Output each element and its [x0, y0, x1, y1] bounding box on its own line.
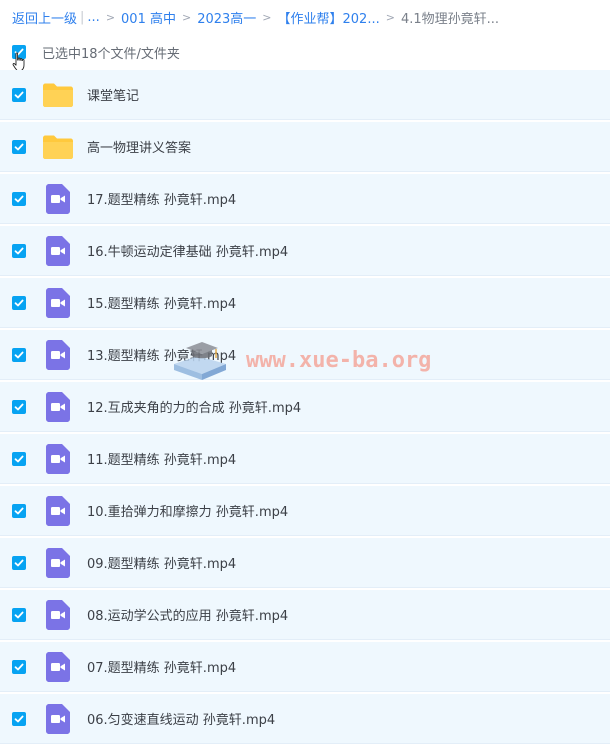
file-list: 课堂笔记高一物理讲义答案 17.题型精练 孙竟轩.mp4 16.牛顿运动定律基础 孙… [0, 70, 610, 744]
file-checkbox[interactable] [12, 295, 26, 310]
file-checkbox[interactable] [12, 243, 26, 258]
file-row[interactable]: 07.题型精练 孙竟轩.mp4 [0, 642, 610, 692]
breadcrumb-ellipsis[interactable]: ... [87, 10, 99, 25]
selection-count-label: 已选中18个文件/文件夹 [42, 46, 180, 62]
file-checkbox[interactable] [12, 607, 26, 622]
video-file-icon [42, 339, 74, 371]
video-file-icon [42, 183, 74, 215]
file-row[interactable]: 高一物理讲义答案 [0, 122, 610, 172]
breadcrumb-item-2023[interactable]: 2023高一 [197, 8, 256, 27]
file-checkbox[interactable] [12, 399, 26, 414]
video-file-icon [42, 599, 74, 631]
file-row[interactable]: 12.互成夹角的力的合成 孙竟轩.mp4 [0, 382, 610, 432]
file-checkbox[interactable] [12, 191, 26, 206]
video-file-icon [42, 235, 74, 267]
file-checkbox[interactable] [12, 555, 26, 570]
folder-icon [42, 79, 74, 111]
file-row[interactable]: 10.重拾弹力和摩擦力 孙竟轩.mp4 [0, 486, 610, 536]
video-file-icon [42, 495, 74, 527]
file-row[interactable]: 08.运动学公式的应用 孙竟轩.mp4 [0, 590, 610, 640]
breadcrumb-separator-icon: > [181, 10, 192, 24]
breadcrumb-item-zuoyebang[interactable]: 【作业帮】202... [278, 8, 380, 27]
file-row[interactable]: 06.匀变速直线运动 孙竟轩.mp4 [0, 694, 610, 744]
breadcrumb-separator-icon: > [262, 10, 272, 24]
file-row[interactable]: 课堂笔记 [0, 70, 610, 120]
file-checkbox[interactable] [12, 139, 26, 154]
file-name[interactable]: 07.题型精练 孙竟轩.mp4 [87, 657, 236, 676]
breadcrumb-separator-icon: > [385, 10, 395, 24]
file-name[interactable]: 课堂笔记 [87, 85, 139, 104]
file-checkbox[interactable] [12, 711, 26, 726]
file-name[interactable]: 10.重拾弹力和摩擦力 孙竟轩.mp4 [87, 501, 288, 520]
hand-cursor-icon [12, 52, 25, 71]
file-row[interactable]: 11.题型精练 孙竟轩.mp4 [0, 434, 610, 484]
breadcrumb: 返回上一级 | ... > 001 高中 > 2023高一 > 【作业帮】202… [0, 0, 610, 34]
file-checkbox[interactable] [12, 87, 26, 102]
video-file-icon [42, 287, 74, 319]
file-checkbox[interactable] [12, 659, 26, 674]
video-file-icon [42, 391, 74, 423]
file-row[interactable]: 17.题型精练 孙竟轩.mp4 [0, 174, 610, 224]
file-name[interactable]: 09.题型精练 孙竟轩.mp4 [87, 553, 236, 572]
file-row[interactable]: 09.题型精练 孙竟轩.mp4 [0, 538, 610, 588]
file-row[interactable]: 13.题型精练 孙竟轩.mp4 [0, 330, 610, 380]
file-name[interactable]: 高一物理讲义答案 [87, 137, 191, 156]
folder-icon [42, 131, 74, 163]
video-file-icon [42, 651, 74, 683]
file-row[interactable]: 16.牛顿运动定律基础 孙竟轩.mp4 [0, 226, 610, 276]
file-name[interactable]: 16.牛顿运动定律基础 孙竟轩.mp4 [87, 241, 288, 260]
file-name[interactable]: 15.题型精练 孙竟轩.mp4 [87, 293, 236, 312]
file-checkbox[interactable] [12, 347, 26, 362]
file-checkbox[interactable] [12, 451, 26, 466]
file-row[interactable]: 15.题型精练 孙竟轩.mp4 [0, 278, 610, 328]
file-name[interactable]: 08.运动学公式的应用 孙竟轩.mp4 [87, 605, 288, 624]
breadcrumb-item-001[interactable]: 001 高中 [121, 8, 176, 27]
breadcrumb-current: 4.1物理孙竟轩... [400, 11, 500, 27]
file-name[interactable]: 06.匀变速直线运动 孙竟轩.mp4 [87, 709, 275, 728]
video-file-icon [42, 547, 74, 579]
file-checkbox[interactable] [12, 503, 26, 518]
file-name[interactable]: 12.互成夹角的力的合成 孙竟轩.mp4 [87, 397, 301, 416]
selection-bar: 已选中18个文件/文件夹 [0, 34, 610, 71]
file-name[interactable]: 17.题型精练 孙竟轩.mp4 [87, 189, 236, 208]
video-file-icon [42, 443, 74, 475]
video-file-icon [42, 703, 74, 735]
breadcrumb-divider: | [80, 9, 85, 25]
file-name[interactable]: 13.题型精练 孙竟轩.mp4 [87, 345, 236, 364]
file-name[interactable]: 11.题型精练 孙竟轩.mp4 [87, 449, 236, 468]
back-link[interactable]: 返回上一级 [12, 8, 77, 27]
breadcrumb-separator-icon: > [105, 10, 116, 24]
